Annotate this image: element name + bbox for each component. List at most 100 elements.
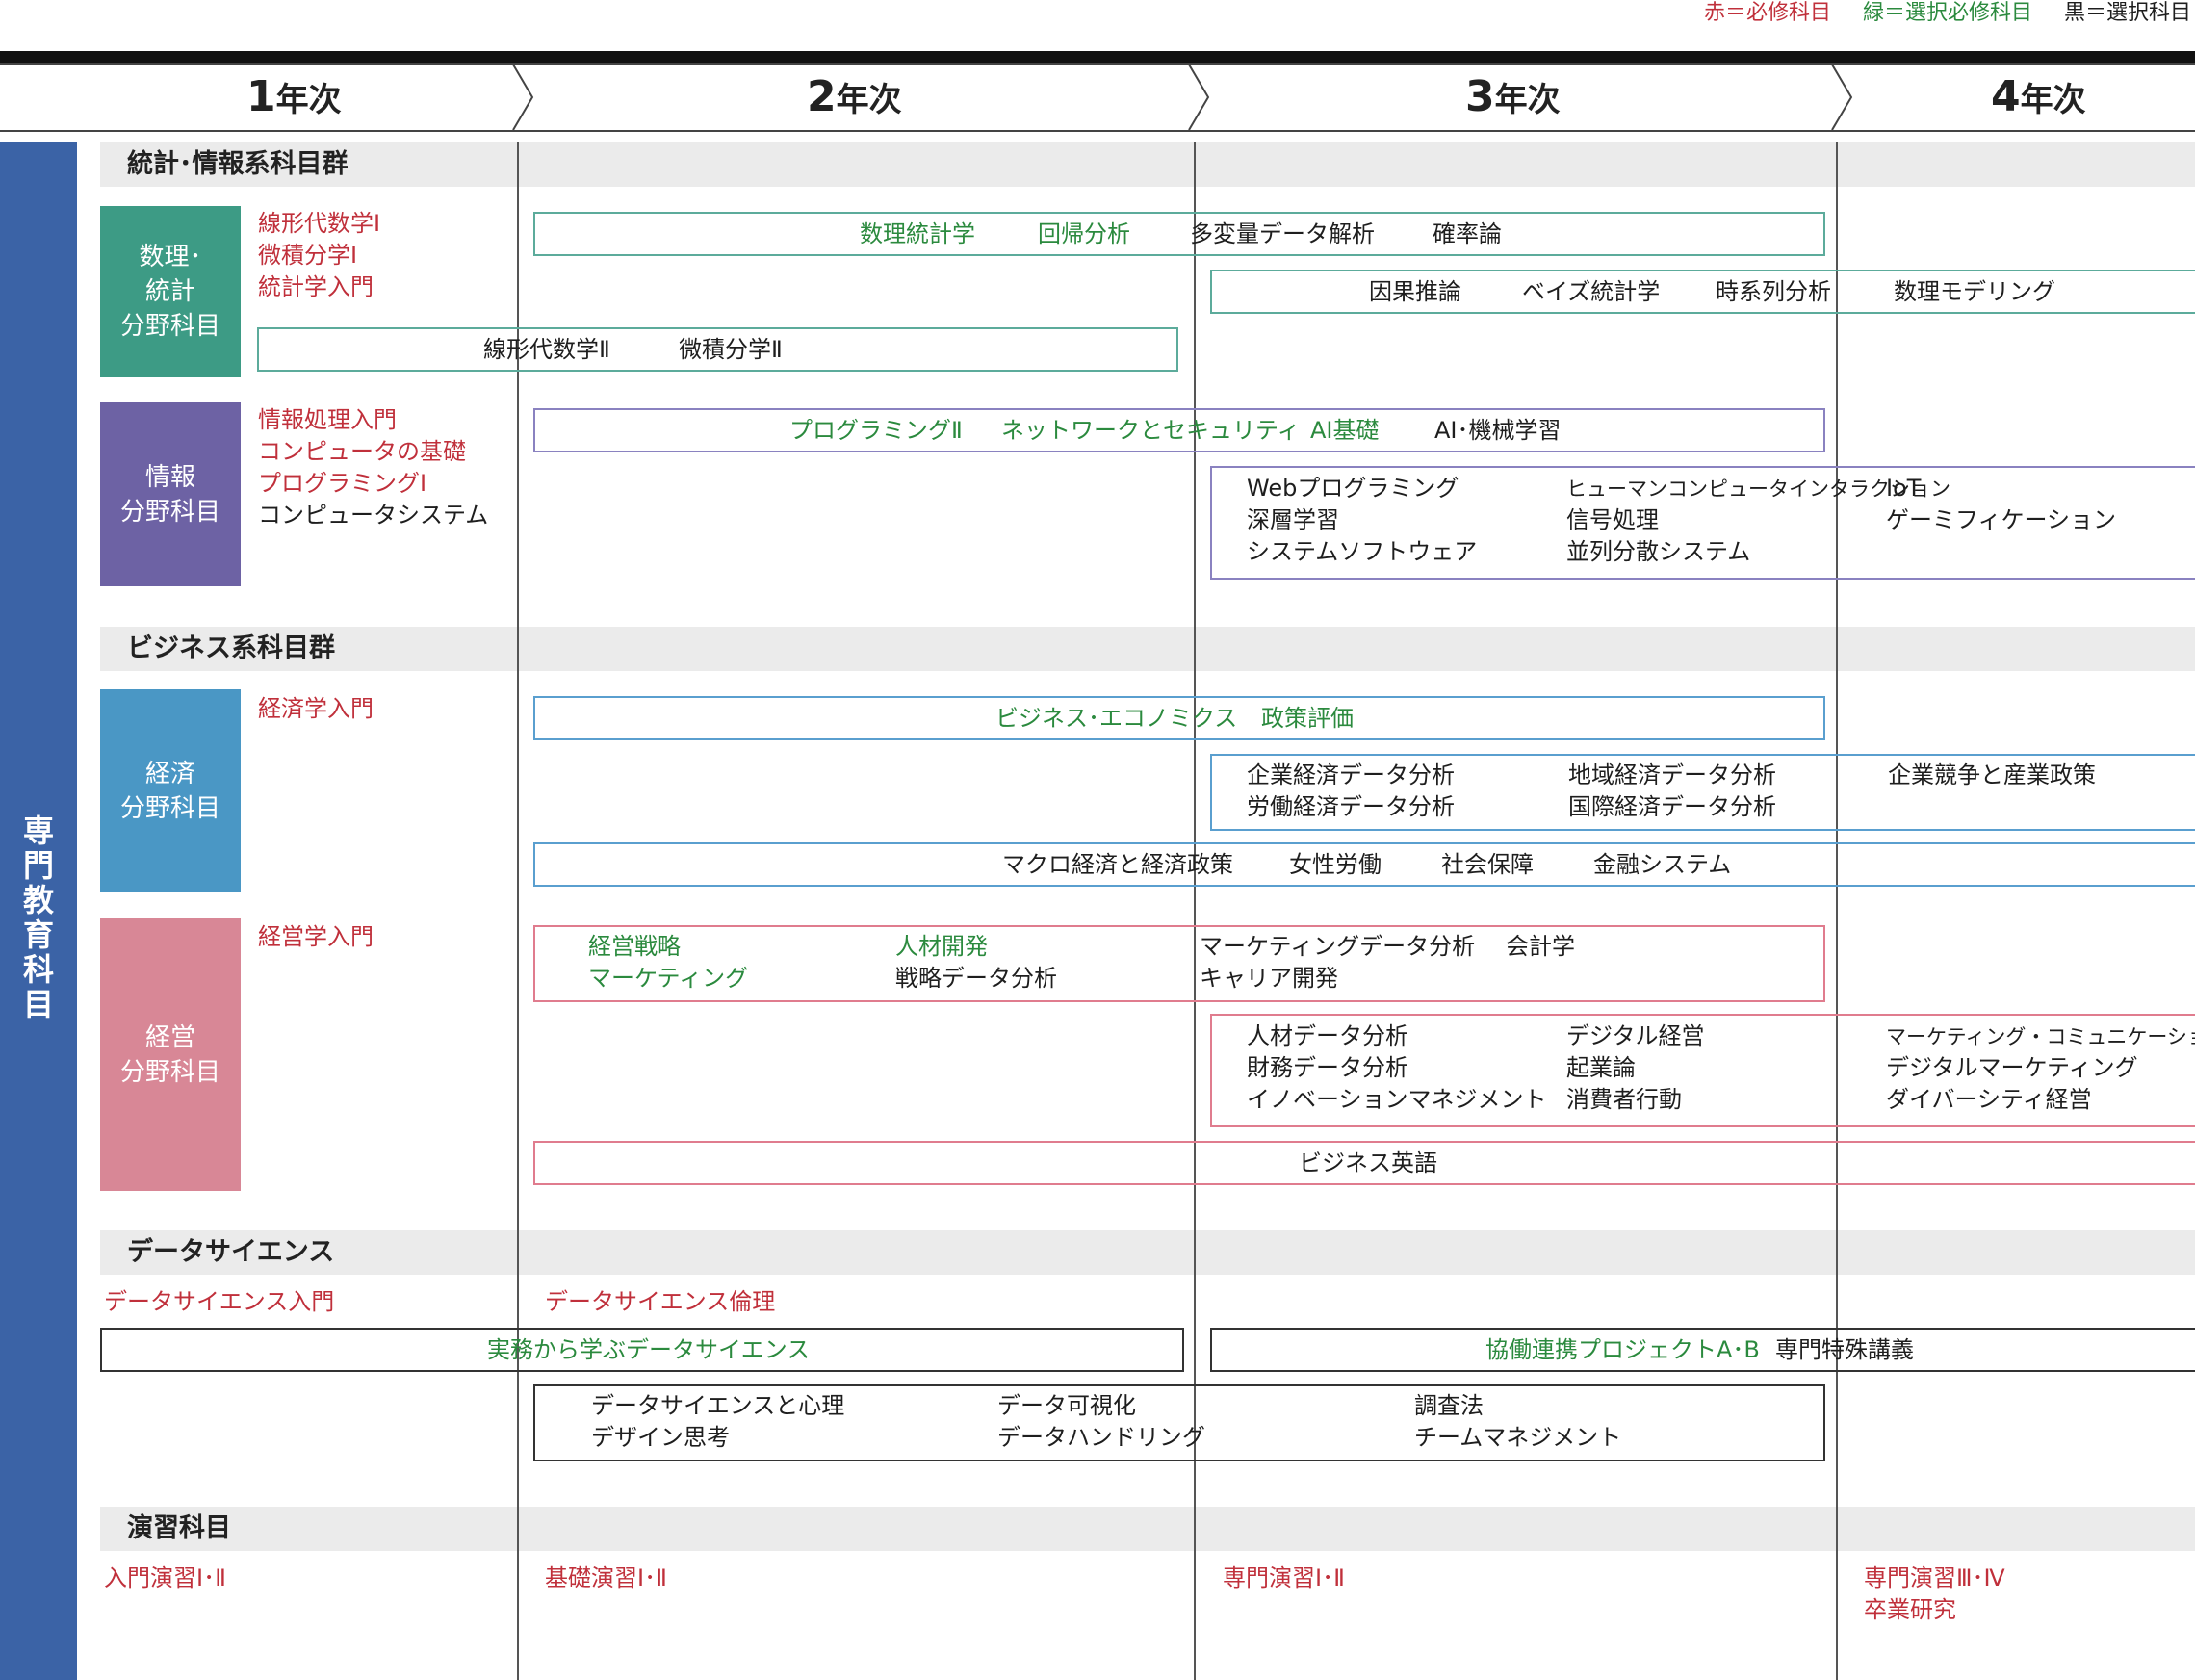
- course: イノベーションマネジメント: [1247, 1086, 1547, 1113]
- course: システムソフトウェア: [1247, 538, 1478, 565]
- datasci-box-3-4: 協働連携プロジェクトA･B 専門特殊講義: [1210, 1328, 2195, 1372]
- year-label-3: 3年次: [1465, 72, 1561, 121]
- year-label-2: 2年次: [807, 72, 902, 121]
- legend-required: 赤＝必修科目: [1703, 1, 1831, 25]
- course: 戦略データ分析: [895, 965, 1057, 992]
- field-mgmt: 経営 分野科目: [100, 918, 241, 1191]
- math-box-1-2: 線形代数学Ⅱ 微積分学Ⅱ: [257, 327, 1178, 372]
- course: 微積分学Ⅱ: [679, 336, 783, 363]
- group-bar-business: [100, 627, 2195, 671]
- math-box-3-4: 因果推論 ベイズ統計学 時系列分析 数理モデリング: [1210, 270, 2195, 314]
- legend-elective-required: 緑＝選択必修科目: [1862, 1, 2032, 25]
- seminar-year4-courses: 専門演習Ⅲ･Ⅳ 卒業研究: [1864, 1563, 2005, 1626]
- year-label-1: 1年次: [246, 72, 342, 121]
- group-bar-datasci: [100, 1230, 2195, 1275]
- course: チームマネジメント: [1414, 1424, 1622, 1451]
- mgmt-box-3-4: 人材データ分析 財務データ分析 イノベーションマネジメント デジタル経営 起業論…: [1210, 1014, 2195, 1127]
- course: 実務から学ぶデータサイエンス: [487, 1336, 811, 1363]
- legend-elective: 黒＝選択科目: [2063, 1, 2191, 25]
- group-bar-seminar: [100, 1507, 2195, 1551]
- course: 入門演習Ⅰ･Ⅱ: [104, 1564, 226, 1591]
- course: 地域経済データ分析: [1568, 762, 1776, 788]
- datasci-box-1-2: 実務から学ぶデータサイエンス: [100, 1328, 1184, 1372]
- course: 確率論: [1433, 220, 1502, 247]
- course: 多変量データ解析: [1190, 220, 1375, 247]
- sidebar-label: 専門教 育科目: [22, 813, 54, 1022]
- course: ネットワークとセキュリティ: [1001, 417, 1301, 444]
- course: 経営戦略: [588, 933, 681, 960]
- year-line-2: [517, 142, 519, 1680]
- year-divider-arrow: [512, 64, 534, 131]
- year-label-4: 4年次: [1991, 72, 2086, 121]
- course: 並列分散システム: [1566, 538, 1751, 565]
- course: デジタル経営: [1566, 1022, 1705, 1049]
- mgmt-box-2-4: ビジネス英語: [533, 1141, 2195, 1185]
- course: 信号処理: [1566, 506, 1659, 533]
- course: IoT: [1886, 475, 1922, 502]
- course: 深層学習: [1247, 506, 1339, 533]
- course: 線形代数学Ⅱ: [483, 336, 610, 363]
- course: 統計学入門: [258, 273, 374, 300]
- course: デジタルマーケティング: [1886, 1054, 2138, 1081]
- course: 基礎演習Ⅰ･Ⅱ: [545, 1564, 667, 1591]
- course: 数理統計学: [860, 220, 975, 247]
- year-divider-arrow: [1188, 64, 1210, 131]
- math-year1-courses: 線形代数学Ⅰ 微積分学Ⅰ 統計学入門: [258, 208, 380, 303]
- course: 会計学: [1506, 933, 1575, 960]
- course: 線形代数学Ⅰ: [258, 210, 381, 237]
- header-rule: [0, 51, 2195, 63]
- course: マーケティング: [588, 965, 749, 992]
- course: 卒業研究: [1864, 1596, 1956, 1623]
- course: ベイズ統計学: [1522, 278, 1661, 305]
- info-box-2-3: プログラミングⅡ ネットワークとセキュリティ AI基礎 AI･機械学習: [533, 408, 1825, 452]
- course: コンピュータシステム: [258, 502, 489, 529]
- course: 財務データ分析: [1247, 1054, 1408, 1081]
- course: 企業競争と産業政策: [1888, 762, 2096, 788]
- course: マーケティングデータ分析: [1200, 933, 1476, 960]
- course: 人材データ分析: [1247, 1022, 1408, 1049]
- course: マーケティング・コミュニケーション: [1886, 1025, 2195, 1048]
- course: Webプログラミング: [1247, 475, 1459, 502]
- group-title-seminar: 演習科目: [127, 1513, 231, 1543]
- course: 時系列分析: [1716, 278, 1831, 305]
- course: 人材開発: [895, 933, 988, 960]
- legend: 赤＝必修科目 緑＝選択必修科目 黒＝選択科目: [1679, 0, 2191, 27]
- course: 経済学入門: [258, 695, 374, 722]
- course: 専門演習Ⅲ･Ⅳ: [1864, 1564, 2005, 1591]
- course: 経営学入門: [258, 923, 374, 950]
- course: データハンドリング: [997, 1424, 1205, 1451]
- group-bar-stat-info: [100, 142, 2195, 187]
- course: キャリア開発: [1200, 965, 1338, 992]
- course: 社会保障: [1441, 851, 1534, 878]
- course: マクロ経済と経済政策: [1002, 851, 1233, 878]
- course: 起業論: [1566, 1054, 1636, 1081]
- course: AI基礎: [1310, 417, 1380, 444]
- course: データ可視化: [997, 1392, 1136, 1419]
- course: 因果推論: [1369, 278, 1461, 305]
- course: 情報処理入門: [258, 406, 397, 433]
- course: データサイエンス入門: [104, 1288, 335, 1315]
- course: 労働経済データ分析: [1247, 793, 1455, 820]
- course: AI･機械学習: [1434, 417, 1562, 444]
- course: データサイエンス倫理: [545, 1288, 776, 1315]
- course: ダイバーシティ経営: [1886, 1086, 2092, 1113]
- info-year1-courses: 情報処理入門 コンピュータの基礎 プログラミングⅠ コンピュータシステム: [258, 404, 488, 531]
- course: コンピュータの基礎: [258, 438, 466, 465]
- course: データサイエンスと心理: [591, 1392, 845, 1419]
- field-econ: 経済 分野科目: [100, 689, 241, 892]
- course: プログラミングⅠ: [258, 470, 427, 497]
- group-title-business: ビジネス系科目群: [127, 633, 335, 663]
- course: ビジネス英語: [1299, 1150, 1437, 1176]
- econ-box-2-4: マクロ経済と経済政策 女性労働 社会保障 金融システム: [533, 842, 2195, 887]
- course: ゲーミフィケーション: [1886, 506, 2117, 533]
- econ-box-2-3: ビジネス･エコノミクス 政策評価: [533, 696, 1825, 740]
- datasci-box-2-3: データサイエンスと心理 デザイン思考 データ可視化 データハンドリング 調査法 …: [533, 1384, 1825, 1461]
- course: 協働連携プロジェクトA･B: [1485, 1336, 1760, 1363]
- econ-year1-courses: 経済学入門: [258, 693, 374, 725]
- course: プログラミングⅡ: [789, 417, 963, 444]
- info-box-3-4: Webプログラミング 深層学習 システムソフトウェア ヒューマンコンピュータイン…: [1210, 466, 2195, 580]
- course: デザイン思考: [591, 1424, 730, 1451]
- course: 回帰分析: [1038, 220, 1130, 247]
- group-title-stat-info: 統計･情報系科目群: [127, 149, 349, 179]
- course: 消費者行動: [1566, 1086, 1682, 1113]
